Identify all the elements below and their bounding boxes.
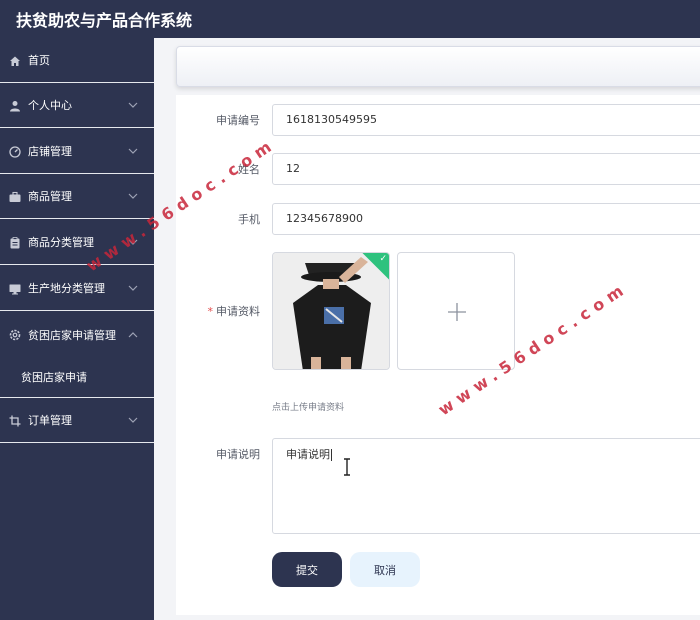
upload-hint: 点击上传申请资料 (272, 403, 345, 413)
name-input[interactable]: 12 (272, 153, 700, 185)
sidebar-item-personal-center[interactable]: 个人中心 (0, 83, 154, 128)
upload-add-button[interactable] (397, 252, 515, 370)
main-content: 申请编号 1618130549595 姓名 12 手机 12345678900 … (154, 38, 700, 620)
plus-icon (448, 303, 466, 321)
chevron-down-icon (128, 102, 138, 108)
text-caret (331, 449, 332, 461)
clipboard-icon (8, 236, 21, 249)
app-title: 扶贫助农与产品合作系统 (16, 11, 193, 30)
submit-button[interactable]: 提交 (272, 552, 342, 587)
materials-label: * 申请资料 (208, 303, 261, 319)
sidebar-item-label: 生产地分类管理 (28, 282, 105, 295)
sidebar-item-shop-management[interactable]: 店铺管理 (0, 129, 154, 174)
sidebar-item-label: 个人中心 (28, 99, 72, 112)
check-icon: ✓ (379, 254, 387, 264)
sidebar-item-label: 贫困店家申请管理 (28, 328, 116, 342)
application-no-input[interactable]: 1618130549595 (272, 104, 700, 136)
sidebar-item-label: 商品管理 (28, 190, 72, 203)
materials-label-text: 申请资料 (216, 305, 260, 318)
application-form: 申请编号 1618130549595 姓名 12 手机 12345678900 … (176, 95, 700, 615)
monitor-icon (8, 282, 21, 295)
sidebar-subitem-label: 贫困店家申请 (21, 371, 87, 384)
sidebar-item-label: 店铺管理 (28, 145, 72, 158)
sidebar-item-label: 首页 (28, 54, 50, 67)
top-bar: 扶贫助农与产品合作系统 (0, 0, 700, 38)
ibeam-cursor-icon (344, 458, 350, 476)
sidebar-item-order-management[interactable]: 订单管理 (0, 398, 154, 443)
crop-icon (8, 414, 21, 427)
sidebar: 首页 个人中心 店铺管理 商品管理 商品分类管理 生产地分类管理 贫困店家申请管… (0, 38, 154, 620)
description-label: 申请说明 (216, 448, 260, 461)
briefcase-icon (8, 190, 21, 203)
phone-input[interactable]: 12345678900 (272, 203, 700, 235)
chevron-down-icon (128, 193, 138, 199)
sidebar-item-home[interactable]: 首页 (0, 38, 154, 83)
home-icon (8, 54, 21, 67)
dashboard-icon (8, 145, 21, 158)
chevron-down-icon (128, 148, 138, 154)
chevron-up-icon (128, 331, 138, 337)
sidebar-subitem-poor-shop-application[interactable]: 贫困店家申请 (0, 357, 154, 398)
sidebar-item-label: 订单管理 (28, 414, 72, 427)
application-no-label: 申请编号 (216, 114, 260, 127)
sidebar-item-label: 商品分类管理 (28, 236, 94, 249)
chevron-down-icon (128, 417, 138, 423)
chevron-down-icon (128, 285, 138, 291)
sidebar-item-poor-shop-application-management[interactable]: 贫困店家申请管理 (0, 312, 154, 357)
required-asterisk: * (207, 305, 214, 318)
sidebar-item-origin-category-management[interactable]: 生产地分类管理 (0, 266, 154, 311)
description-textarea[interactable]: 申请说明 (272, 438, 700, 534)
uploaded-image-thumbnail[interactable]: ✓ (272, 252, 390, 370)
user-icon (8, 99, 21, 112)
breadcrumb-bar (176, 46, 700, 87)
cancel-button[interactable]: 取消 (350, 552, 420, 587)
phone-label: 手机 (238, 213, 260, 226)
gear-icon (8, 329, 21, 342)
sidebar-item-product-management[interactable]: 商品管理 (0, 174, 154, 219)
description-text: 申请说明 (286, 448, 330, 461)
uploaded-photo (273, 253, 389, 369)
